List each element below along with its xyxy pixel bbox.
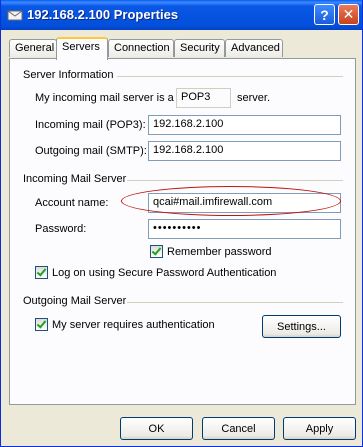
group-divider (127, 180, 343, 181)
server-information-group-label: Server Information (23, 69, 114, 81)
password-field[interactable]: •••••••••• (148, 219, 341, 239)
incoming-server-type-field: POP3 (176, 88, 231, 108)
requires-auth-checkbox[interactable] (35, 318, 48, 331)
account-name-label: Account name: (35, 197, 109, 209)
incoming-type-suffix: server. (237, 92, 271, 104)
settings-button[interactable]: Settings... (262, 315, 341, 338)
close-button[interactable]: ✕ (338, 4, 359, 25)
annotation-oval (121, 186, 341, 216)
group-divider (117, 76, 343, 77)
remember-password-checkbox[interactable] (150, 245, 163, 258)
remember-password-label: Remember password (167, 246, 272, 258)
help-button[interactable]: ? (314, 4, 335, 25)
tab-servers[interactable]: Servers (56, 37, 108, 60)
outgoing-mail-label: Outgoing mail (SMTP): (35, 145, 147, 157)
incoming-mail-label: Incoming mail (POP3): (35, 119, 146, 131)
incoming-type-prefix: My incoming mail server is a (35, 92, 174, 104)
tab-advanced[interactable]: Advanced (225, 39, 283, 57)
incoming-mail-server-group-label: Incoming Mail Server (23, 173, 127, 185)
outgoing-mail-server-group-label: Outgoing Mail Server (23, 295, 127, 307)
window-title: 192.168.2.100 Properties (27, 7, 179, 22)
ok-button[interactable]: OK (120, 417, 193, 440)
group-divider (127, 302, 343, 303)
tab-general[interactable]: General (9, 39, 57, 57)
spa-checkbox[interactable] (35, 266, 48, 279)
outgoing-mail-field[interactable]: 192.168.2.100 (148, 141, 341, 161)
spa-label: Log on using Secure Password Authenticat… (52, 267, 277, 279)
tab-security[interactable]: Security (174, 39, 225, 57)
close-icon: ✕ (342, 6, 355, 22)
help-icon: ? (320, 6, 329, 23)
requires-auth-label: My server requires authentication (52, 319, 215, 331)
title-bar[interactable]: 192.168.2.100 Properties ? ✕ (1, 0, 362, 30)
mail-icon (7, 10, 23, 21)
properties-dialog: 192.168.2.100 Properties ? ✕ General Ser… (0, 0, 363, 447)
incoming-mail-field[interactable]: 192.168.2.100 (148, 115, 341, 135)
password-label: Password: (35, 223, 87, 235)
tab-connection[interactable]: Connection (108, 39, 174, 57)
cancel-button[interactable]: Cancel (202, 417, 275, 440)
apply-button[interactable]: Apply (283, 417, 356, 440)
